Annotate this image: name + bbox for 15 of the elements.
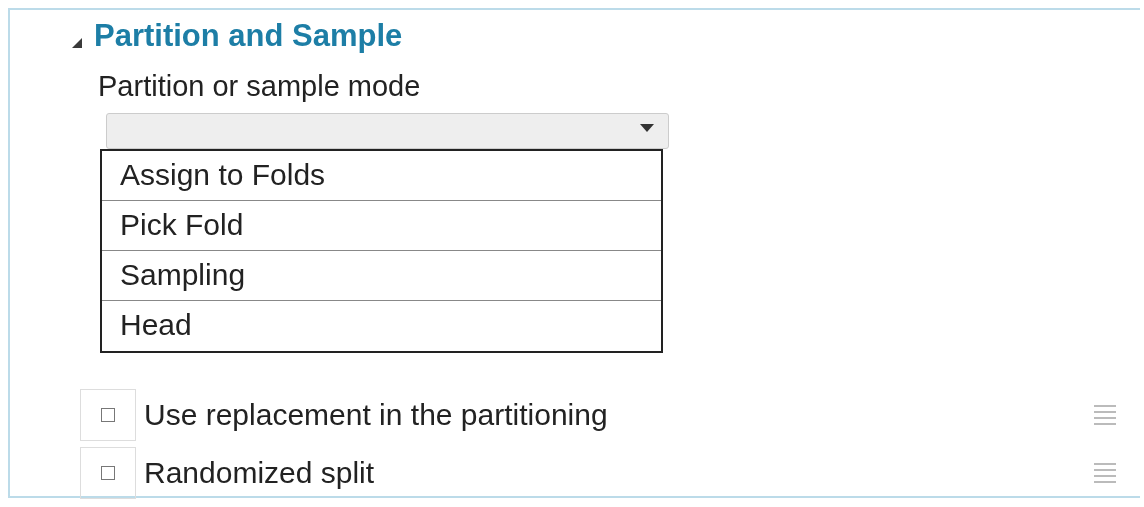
checkbox[interactable] (80, 447, 136, 499)
field-label: Partition or sample mode (98, 70, 422, 103)
dropdown-option[interactable]: Head (102, 301, 661, 351)
dropdown-option[interactable]: Pick Fold (102, 201, 661, 251)
dropdown-field[interactable] (106, 113, 669, 149)
drag-handle-icon[interactable] (1094, 405, 1116, 425)
dropdown-option[interactable]: Sampling (102, 251, 661, 301)
drag-handle-icon[interactable] (1094, 463, 1116, 483)
collapse-triangle-icon[interactable] (72, 38, 82, 48)
checkbox-label: Randomized split (144, 456, 376, 490)
caret-icon (640, 124, 654, 132)
section-title: Partition and Sample (94, 18, 403, 54)
checkbox[interactable] (80, 389, 136, 441)
dropdown-option[interactable]: Assign to Folds (102, 151, 661, 201)
checkbox-label: Use replacement in the partitioning (144, 398, 609, 432)
